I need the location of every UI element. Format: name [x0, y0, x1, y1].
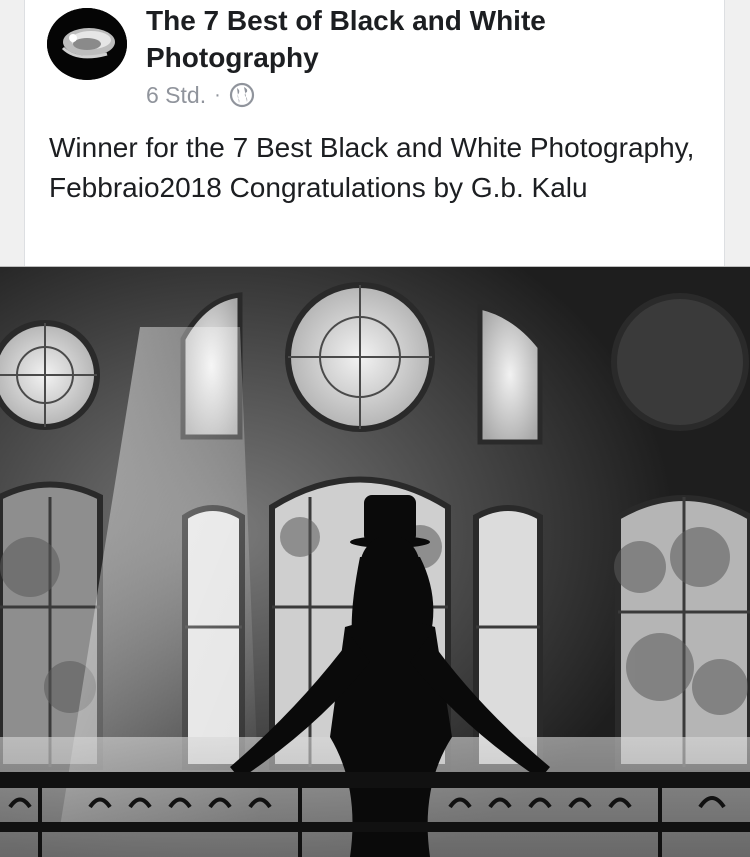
post-photo[interactable] — [0, 266, 750, 857]
post-meta: 6 Std. · — [146, 80, 255, 110]
post-text: Winner for the 7 Best Black and White Ph… — [49, 132, 695, 203]
page-avatar[interactable] — [47, 8, 127, 80]
globe-icon[interactable] — [229, 82, 255, 108]
page-name-link[interactable]: The 7 Best of Black and White Photograph… — [146, 2, 686, 76]
post-card: The 7 Best of Black and White Photograph… — [24, 0, 725, 266]
meta-separator: · — [214, 83, 221, 106]
post-timestamp[interactable]: 6 Std. — [146, 82, 206, 109]
